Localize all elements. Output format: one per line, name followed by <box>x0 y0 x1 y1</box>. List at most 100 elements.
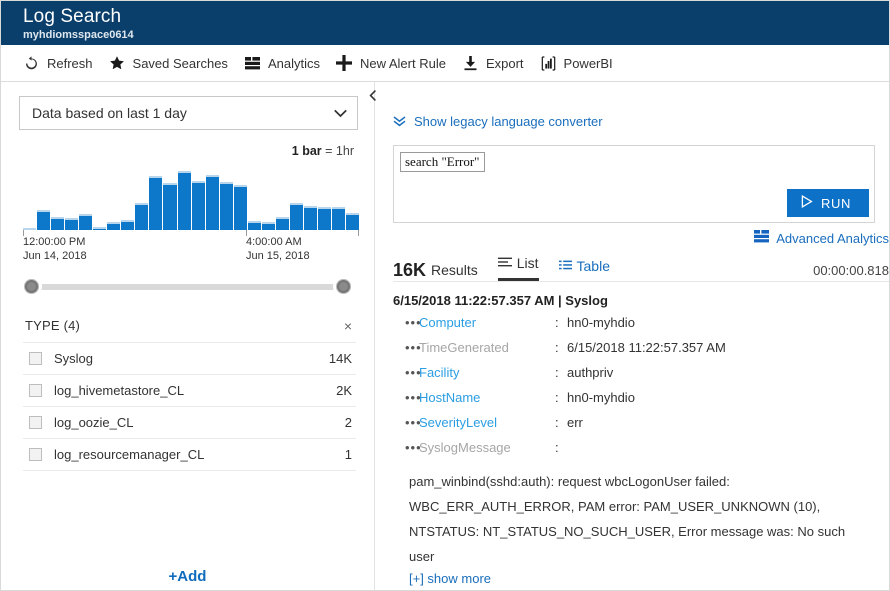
analytics-button[interactable]: Analytics <box>238 51 330 76</box>
facet-row[interactable]: log_resourcemanager_CL 1 <box>23 439 356 471</box>
slider-thumb-end[interactable] <box>333 276 354 297</box>
histogram-bar[interactable] <box>219 182 233 230</box>
histogram-bar[interactable] <box>163 183 177 230</box>
field-name: SyslogMessage <box>419 440 511 455</box>
analytics-label: Analytics <box>267 55 320 71</box>
slider-track <box>23 284 352 290</box>
facet-checkbox[interactable] <box>29 352 42 365</box>
histogram-bar[interactable] <box>121 220 135 230</box>
close-icon[interactable]: × <box>342 319 354 333</box>
add-filter-button[interactable]: +Add <box>1 568 374 585</box>
facet-label: log_hivemetastore_CL <box>54 383 185 398</box>
field-menu-icon[interactable]: ••• <box>393 390 421 405</box>
table-icon <box>558 257 572 276</box>
histogram-bar[interactable] <box>303 206 317 230</box>
histogram-bar[interactable] <box>79 214 93 230</box>
time-histogram[interactable] <box>23 164 360 230</box>
facet-checkbox[interactable] <box>29 416 42 429</box>
saved-searches-button[interactable]: Saved Searches <box>103 51 238 76</box>
histogram-bar[interactable] <box>247 221 261 230</box>
histogram-bar[interactable] <box>51 217 65 230</box>
histogram-bar[interactable] <box>177 171 191 230</box>
histogram-bar[interactable] <box>233 185 247 230</box>
field-menu-icon[interactable]: ••• <box>393 340 421 355</box>
query-input[interactable]: search "Error" <box>400 152 485 172</box>
histogram-bar[interactable] <box>149 176 163 230</box>
histogram-axis: 12:00:00 PM Jun 14, 2018 4:00:00 AM Jun 15,… <box>23 230 359 264</box>
record-title: 6/15/2018 11:22:57.357 AM | Syslog <box>393 293 608 308</box>
histogram-bar[interactable] <box>332 207 346 230</box>
facet-row[interactable]: log_oozie_CL 2 <box>23 407 356 439</box>
facet-checkbox[interactable] <box>29 384 42 397</box>
histogram-bar[interactable] <box>346 213 360 230</box>
advanced-analytics-label: Advanced Analytics <box>776 230 889 246</box>
histogram-bar[interactable] <box>135 203 149 230</box>
query-editor[interactable]: search "Error" RUN <box>393 145 875 223</box>
powerbi-icon <box>540 55 557 72</box>
slider-thumb-start[interactable] <box>21 276 42 297</box>
star-icon <box>109 55 126 72</box>
field-menu-icon[interactable]: ••• <box>393 365 421 380</box>
field-name[interactable]: Computer <box>419 315 555 330</box>
field-name[interactable]: Facility <box>419 365 555 380</box>
time-range-select[interactable]: Data based on last 1 day <box>19 96 358 130</box>
analytics-icon <box>244 55 261 72</box>
histogram-bar[interactable] <box>275 217 289 230</box>
facet-title: TYPE (4) <box>25 318 81 333</box>
refresh-button[interactable]: Refresh <box>17 51 103 76</box>
record-field-row: ••• SeverityLevel: err <box>393 415 889 440</box>
field-name[interactable]: SeverityLevel <box>419 415 555 430</box>
export-button[interactable]: Export <box>456 51 534 76</box>
histogram-bar[interactable] <box>37 210 51 230</box>
axis-tick-label: 4:00:00 AM Jun 15, 2018 <box>246 236 310 262</box>
histogram-bar[interactable] <box>65 218 79 230</box>
field-colon: : <box>555 365 559 380</box>
show-legacy-converter-link[interactable]: Show legacy language converter <box>393 114 603 129</box>
field-menu-icon[interactable]: ••• <box>393 315 421 330</box>
tab-list-label: List <box>516 255 539 271</box>
facet-row[interactable]: Syslog 14K <box>23 343 356 375</box>
field-colon: : <box>555 440 559 455</box>
record-field-row: ••• HostName: hn0-myhdio <box>393 390 889 415</box>
show-more-link[interactable]: [+] show more <box>409 571 491 586</box>
bar-legend-strong: 1 bar <box>291 144 322 158</box>
facet-row[interactable]: log_hivemetastore_CL 2K <box>23 375 356 407</box>
new-alert-rule-button[interactable]: New Alert Rule <box>330 51 456 76</box>
query-results-pane: Show legacy language converter search "E… <box>375 82 889 590</box>
histogram-bar[interactable] <box>317 207 332 230</box>
new-alert-rule-label: New Alert Rule <box>359 55 446 71</box>
histogram-bar[interactable] <box>107 222 121 230</box>
tab-list[interactable]: List <box>497 254 539 281</box>
refresh-icon <box>23 55 40 72</box>
saved-searches-label: Saved Searches <box>132 55 228 71</box>
log-search-window: Log Search myhdiomsspace0614 Refresh Sav… <box>0 0 890 591</box>
facet-count: 2 <box>344 415 352 430</box>
histogram-bar[interactable] <box>289 203 303 230</box>
time-range-slider[interactable] <box>21 276 354 298</box>
command-toolbar: Refresh Saved Searches Analytics New Ale… <box>1 45 889 82</box>
advanced-analytics-link[interactable]: Advanced Analytics <box>375 230 889 246</box>
histogram-bar[interactable] <box>261 222 275 230</box>
chevron-left-icon[interactable] <box>364 87 380 103</box>
field-colon: : <box>555 390 559 405</box>
powerbi-label: PowerBI <box>563 55 613 71</box>
list-icon <box>497 254 512 273</box>
histogram-bar[interactable] <box>191 181 205 230</box>
field-name: TimeGenerated <box>419 340 509 355</box>
show-legacy-converter-label: Show legacy language converter <box>414 114 603 129</box>
powerbi-button[interactable]: PowerBI <box>534 51 623 76</box>
facet-count: 14K <box>328 351 352 366</box>
chevron-double-down-icon <box>393 116 406 127</box>
record-field-list: ••• Computer: hn0-myhdio ••• TimeGenerated:6… <box>393 315 889 465</box>
run-button[interactable]: RUN <box>787 189 869 217</box>
field-colon: : <box>555 340 559 355</box>
field-value: authpriv <box>567 365 614 380</box>
tab-table[interactable]: Table <box>558 257 610 281</box>
field-name[interactable]: HostName <box>419 390 555 405</box>
field-menu-icon[interactable]: ••• <box>393 415 421 430</box>
histogram-bar[interactable] <box>205 175 219 230</box>
facet-row-list: Syslog 14K log_hivemetastore_CL 2K log_oozie… <box>23 343 356 471</box>
facet-checkbox[interactable] <box>29 448 42 461</box>
field-menu-icon[interactable]: ••• <box>393 440 421 455</box>
main-body: Data based on last 1 day 1 bar = 1hr 12:… <box>1 82 889 590</box>
